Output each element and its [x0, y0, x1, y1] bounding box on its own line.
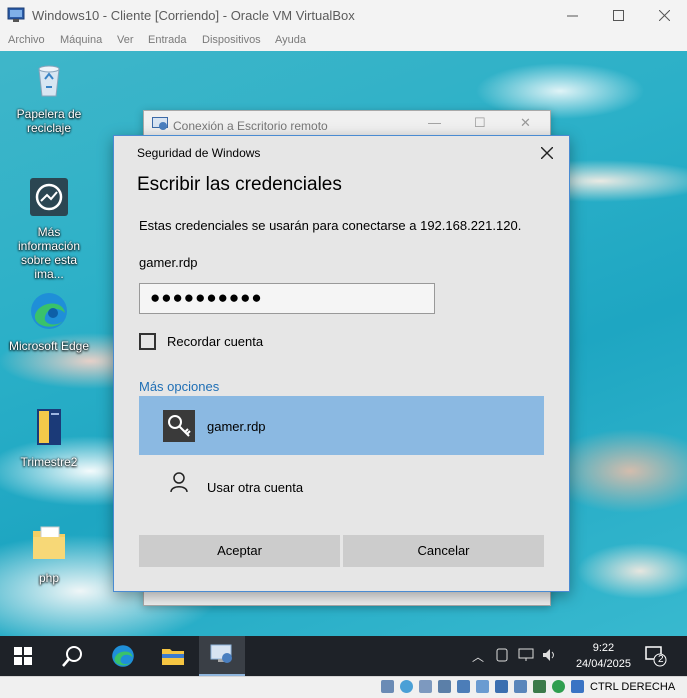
desktop-icon-label: Más información sobre esta ima...	[17, 225, 81, 281]
mouse-integration-icon[interactable]	[552, 680, 565, 693]
dialog-small-title: Seguridad de Windows	[137, 146, 261, 160]
folder-icon	[33, 526, 65, 559]
notification-count: 2	[658, 654, 664, 665]
document-icon	[37, 409, 61, 445]
audio-icon[interactable]	[419, 680, 432, 693]
host-key-label: CTRL DERECHA	[590, 681, 676, 693]
desktop-icon-label: Trimestre2	[20, 455, 78, 469]
password-value: ●●●●●●●●●●	[150, 288, 263, 307]
edge-icon	[112, 645, 134, 667]
folder-icon	[162, 649, 184, 665]
key-icon	[168, 415, 191, 437]
network-icon[interactable]	[518, 648, 534, 662]
desktop-icon-edge[interactable]: Microsoft Edge	[7, 291, 91, 353]
optical-drive-icon[interactable]	[400, 680, 413, 693]
dialog-heading: Escribir las credenciales	[137, 174, 342, 195]
info-camera-icon	[30, 178, 68, 216]
edge-icon	[31, 293, 67, 329]
search-button[interactable]	[50, 636, 96, 676]
maximize-button[interactable]	[595, 0, 641, 31]
key-tile	[163, 410, 195, 442]
minimize-button[interactable]	[549, 0, 595, 31]
dialog-description: Estas credenciales se usarán para conect…	[139, 218, 522, 233]
windows-logo-icon	[14, 647, 32, 665]
desktop-icon-php[interactable]: php	[7, 523, 91, 585]
menu-dispositivos[interactable]: Dispositivos	[202, 34, 261, 46]
desktop-icon-label: Microsoft Edge	[8, 339, 90, 353]
desktop-icon-recycle-bin[interactable]: Papelera de reciclaje	[7, 59, 91, 135]
person-icon	[170, 472, 188, 493]
menu-maquina[interactable]: Máquina	[60, 34, 102, 46]
clock-time: 9:22	[592, 642, 615, 654]
tray-chevron-icon[interactable]: ︿	[472, 648, 484, 665]
meet-now-icon[interactable]	[496, 648, 508, 662]
notification-center-button[interactable]: 2	[636, 636, 676, 676]
selected-account-label: gamer.rdp	[207, 419, 266, 434]
search-icon	[62, 646, 82, 667]
desktop-icon-label: php	[38, 571, 60, 585]
remote-desktop-title: Conexión a Escritorio remoto	[173, 119, 328, 133]
hard-disk-icon[interactable]	[381, 680, 394, 693]
virtualization-icon[interactable]	[533, 680, 546, 693]
minimize-icon	[566, 15, 578, 17]
recording-icon[interactable]	[514, 680, 527, 693]
credential-dialog: Seguridad de Windows Escribir las creden…	[113, 135, 570, 592]
taskbar: ︿ 9:22 24/04/2025 2	[0, 636, 687, 676]
shared-folders-icon[interactable]	[476, 680, 489, 693]
dialog-close-icon[interactable]	[541, 147, 553, 159]
start-button[interactable]	[0, 636, 46, 676]
maximize-icon	[612, 10, 624, 21]
desktop-icon-label: Papelera de reciclaje	[16, 107, 82, 135]
vbox-menubar: Archivo Máquina Ver Entrada Dispositivos…	[0, 31, 687, 51]
close-icon	[658, 10, 670, 21]
desktop-icon-info[interactable]: Más información sobre esta ima...	[7, 177, 91, 281]
close-button[interactable]	[641, 0, 687, 31]
vbox-statusbar: CTRL DERECHA	[0, 676, 687, 698]
accept-button[interactable]: Aceptar	[139, 535, 340, 567]
remote-desktop-icon	[210, 644, 232, 663]
rdp-close-button[interactable]: ✕	[520, 115, 531, 131]
remember-checkbox[interactable]	[139, 333, 156, 350]
menu-entrada[interactable]: Entrada	[148, 34, 187, 46]
menu-ver[interactable]: Ver	[117, 34, 134, 46]
menu-archivo[interactable]: Archivo	[8, 34, 45, 46]
cancel-button[interactable]: Cancelar	[343, 535, 544, 567]
vbox-titlebar: Windows10 - Cliente [Corriendo] - Oracle…	[0, 0, 687, 31]
remote-desktop-icon	[152, 117, 168, 130]
desktop-icon-trimestre2[interactable]: Trimestre2	[7, 407, 91, 469]
taskbar-edge[interactable]	[100, 636, 146, 676]
password-field[interactable]: ●●●●●●●●●●	[139, 283, 435, 314]
account-option-other[interactable]: Usar otra cuenta	[139, 457, 544, 516]
virtualbox-logo-icon	[7, 7, 25, 22]
recycle-bin-icon	[38, 65, 60, 97]
keyboard-capture-icon[interactable]	[571, 680, 584, 693]
taskbar-remote-desktop[interactable]	[199, 636, 245, 676]
account-option-selected[interactable]: gamer.rdp	[139, 396, 544, 455]
username-label: gamer.rdp	[139, 255, 198, 270]
network-adapter-icon[interactable]	[438, 680, 451, 693]
remember-label: Recordar cuenta	[167, 334, 264, 349]
rdp-minimize-button[interactable]: —	[428, 115, 441, 130]
vbox-title: Windows10 - Cliente [Corriendo] - Oracle…	[32, 8, 355, 23]
display-icon[interactable]	[495, 680, 508, 693]
usb-icon[interactable]	[457, 680, 470, 693]
rdp-maximize-button[interactable]: ☐	[474, 115, 486, 131]
clock-date: 24/04/2025	[575, 658, 631, 670]
other-account-label: Usar otra cuenta	[207, 480, 304, 495]
clock[interactable]: 9:22 24/04/2025	[576, 640, 631, 672]
taskbar-file-explorer[interactable]	[150, 636, 196, 676]
volume-icon[interactable]	[542, 648, 558, 662]
more-options-link[interactable]: Más opciones	[139, 379, 219, 394]
menu-ayuda[interactable]: Ayuda	[275, 34, 306, 46]
